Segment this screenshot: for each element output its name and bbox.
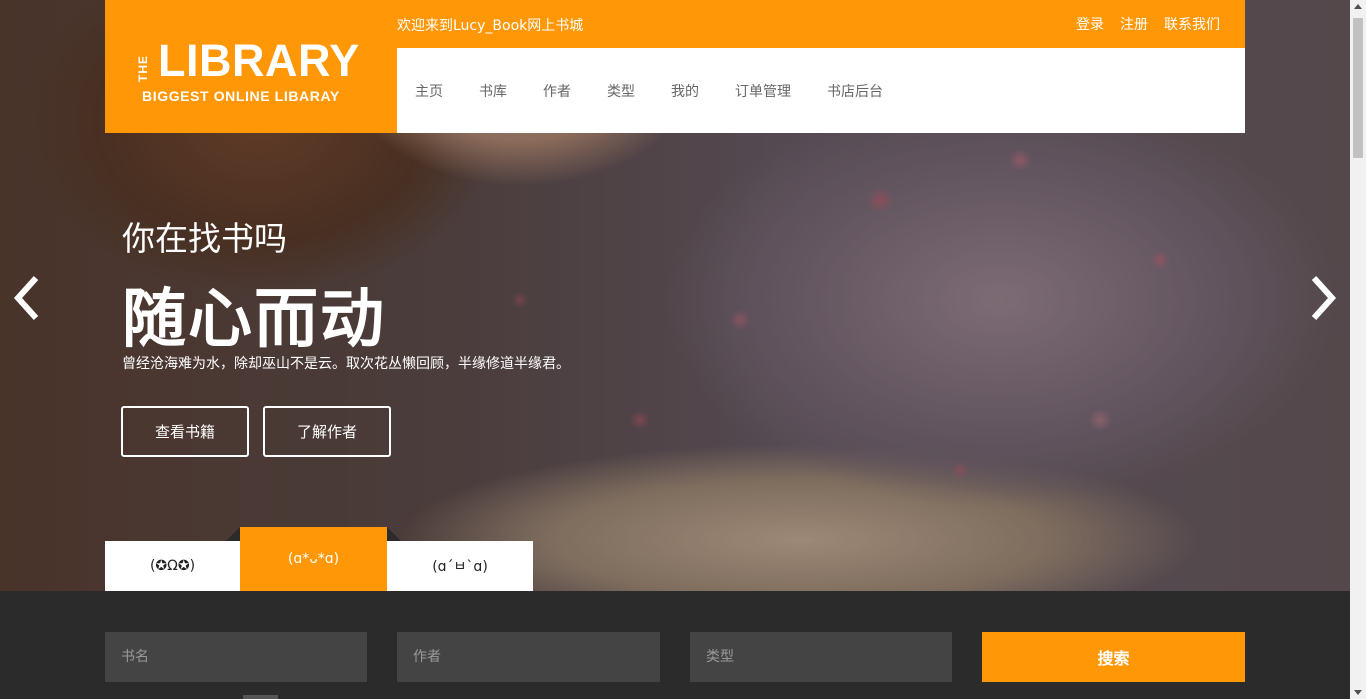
chevron-right-icon[interactable] [1306, 272, 1340, 333]
book-name-input[interactable] [105, 632, 367, 682]
tab-corner-right [387, 527, 401, 541]
top-bar: 欢迎来到Lucy_Book网上书城 登录 注册 联系我们 [397, 0, 1245, 48]
hero-subtitle: 你在找书吗 [122, 219, 287, 258]
tab-1[interactable]: (✪Ω✪) [105, 541, 240, 591]
search-button[interactable]: 搜索 [982, 632, 1245, 682]
welcome-text: 欢迎来到Lucy_Book网上书城 [397, 18, 584, 34]
hero-title: 随心而动 [122, 283, 386, 357]
nav-authors[interactable]: 作者 [543, 81, 571, 101]
chevron-left-icon[interactable] [10, 272, 44, 333]
login-link[interactable]: 登录 [1076, 14, 1104, 34]
main-nav: 主页 书库 作者 类型 我的 订单管理 书店后台 [397, 48, 1245, 133]
scroll-down-icon[interactable] [1354, 690, 1362, 695]
logo-the: THE [136, 55, 150, 82]
nav-mine[interactable]: 我的 [671, 81, 699, 101]
top-links: 登录 注册 联系我们 [1076, 14, 1220, 34]
register-link[interactable]: 注册 [1120, 14, 1148, 34]
logo-title: LIBRARY [158, 35, 360, 86]
nav-library[interactable]: 书库 [479, 81, 507, 101]
tab-corner-left [226, 527, 240, 541]
tab-3[interactable]: (ɑ´ㅂ`ɑ) [387, 541, 533, 591]
type-input[interactable] [690, 632, 952, 682]
page-scrollbar[interactable] [1350, 0, 1366, 699]
author-input[interactable] [397, 632, 660, 682]
hero-description: 曾经沧海难为水，除却巫山不是云。取次花丛懒回顾，半缘修道半缘君。 [122, 356, 570, 372]
contact-link[interactable]: 联系我们 [1164, 14, 1220, 34]
about-author-button[interactable]: 了解作者 [263, 406, 391, 457]
nav-orders[interactable]: 订单管理 [735, 81, 791, 101]
tab-2[interactable]: (ɑ*ᴗ*ɑ) [240, 527, 387, 591]
scroll-up-icon[interactable] [1354, 4, 1362, 9]
nav-admin[interactable]: 书店后台 [827, 81, 883, 101]
logo-tagline: BIGGEST ONLINE LIBARAY [142, 88, 340, 104]
view-books-button[interactable]: 查看书籍 [121, 406, 249, 457]
scroll-thumb[interactable] [1353, 18, 1363, 158]
nav-home[interactable]: 主页 [415, 81, 443, 101]
nav-types[interactable]: 类型 [607, 81, 635, 101]
scroll-handle [243, 695, 278, 699]
